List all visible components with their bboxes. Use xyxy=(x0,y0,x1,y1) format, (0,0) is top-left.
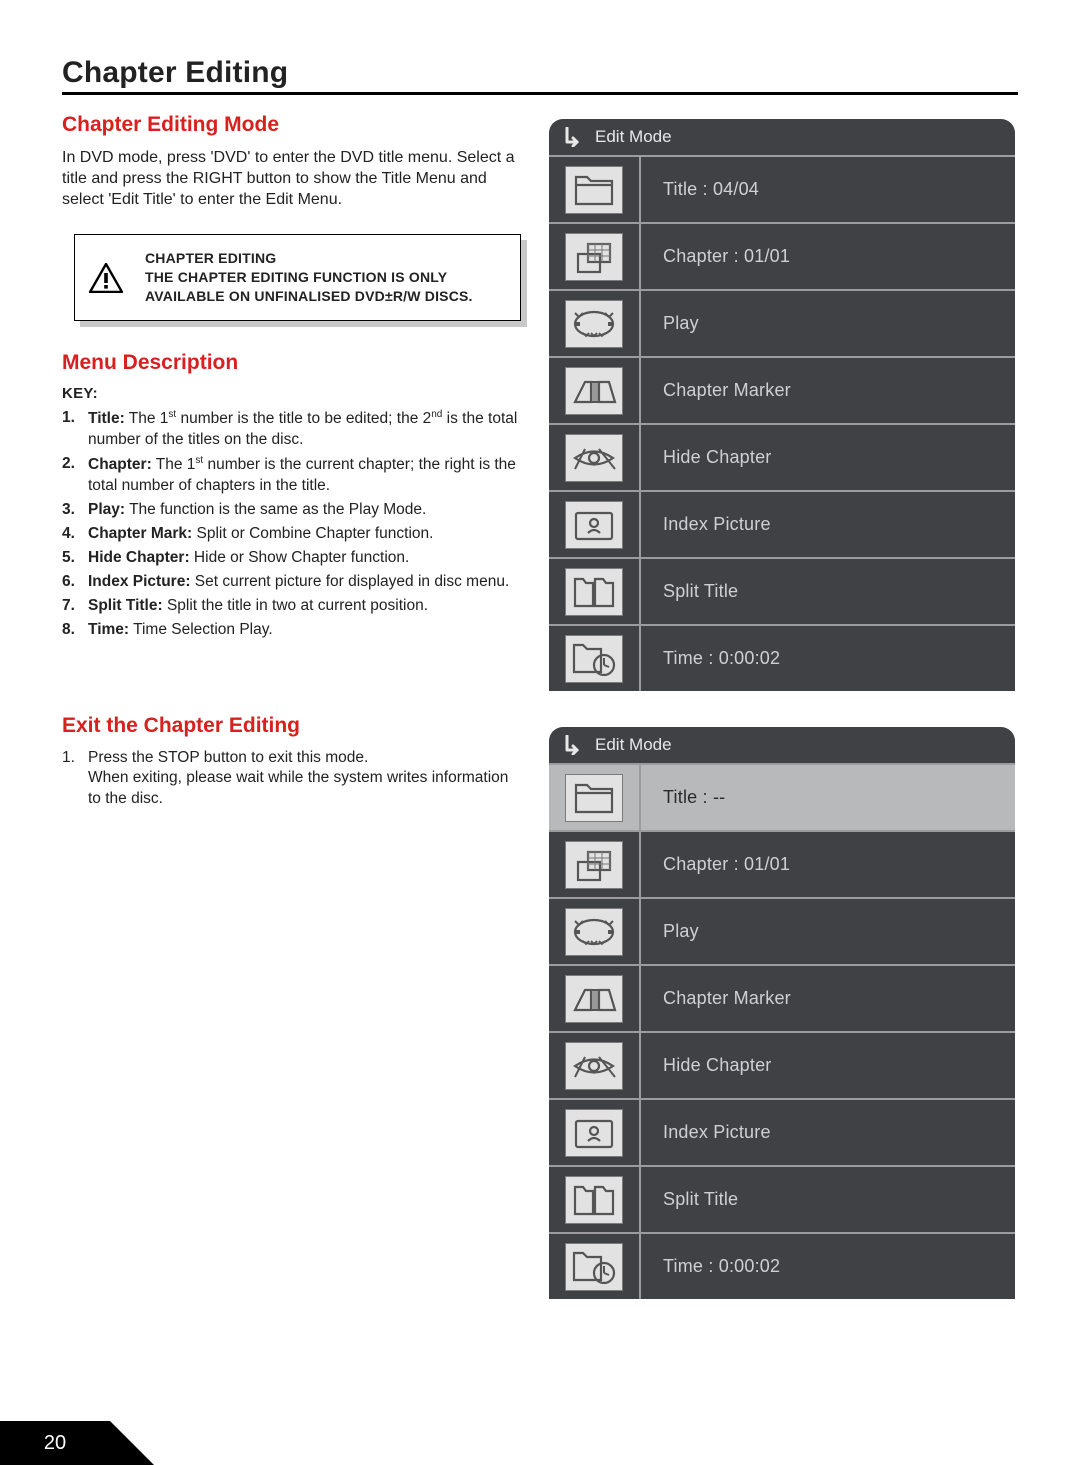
osd-icon-cell xyxy=(549,1234,641,1299)
osd-row-label: Index Picture xyxy=(641,1122,1015,1143)
return-arrow-icon xyxy=(563,735,583,755)
osd-row-marker[interactable]: Chapter Marker xyxy=(549,356,1015,423)
warning-icon xyxy=(89,263,123,293)
osd-row-label: Chapter Marker xyxy=(641,988,1015,1009)
osd-row-label: Play xyxy=(641,921,1015,942)
warning-line-1: CHAPTER EDITING xyxy=(145,249,504,268)
osd-icon-cell xyxy=(549,224,641,289)
osd-icon-cell xyxy=(549,765,641,830)
folder-icon xyxy=(565,774,623,822)
marker-icon xyxy=(565,367,623,415)
osd-icon-cell xyxy=(549,1100,641,1165)
osd-icon-cell xyxy=(549,358,641,423)
osd-icon-cell xyxy=(549,832,641,897)
grid-icon xyxy=(565,841,623,889)
osd-row-hide[interactable]: Hide Chapter xyxy=(549,1031,1015,1098)
osd-row-clock[interactable]: Time : 0:00:02 xyxy=(549,1232,1015,1299)
osd-row-label: Hide Chapter xyxy=(641,1055,1015,1076)
body-chapter-editing-mode: In DVD mode, press 'DVD' to enter the DV… xyxy=(62,147,521,210)
osd-row-split[interactable]: Split Title xyxy=(549,1165,1015,1232)
key-label: KEY: xyxy=(62,385,521,402)
folder-icon xyxy=(565,166,623,214)
osd-row-label: Title : 04/04 xyxy=(641,179,1015,200)
osd-row-folder[interactable]: Title : 04/04 xyxy=(549,155,1015,222)
osd-header: Edit Mode xyxy=(549,727,1015,763)
osd-row-label: Title : -- xyxy=(641,787,1015,808)
osd-row-label: Index Picture xyxy=(641,514,1015,535)
right-column: Edit Mode Title : 04/04 Chapter : 01/01 Pla… xyxy=(549,113,1018,1299)
osd-row-label: Time : 0:00:02 xyxy=(641,648,1015,669)
index-icon xyxy=(565,501,623,549)
heading-chapter-editing-mode: Chapter Editing Mode xyxy=(62,113,521,137)
split-icon xyxy=(565,568,623,616)
key-item: Chapter Mark: Split or Combine Chapter f… xyxy=(88,524,521,545)
osd-icon-cell xyxy=(549,492,641,557)
osd-header: Edit Mode xyxy=(549,119,1015,155)
osd-row-hide[interactable]: Hide Chapter xyxy=(549,423,1015,490)
hide-icon xyxy=(565,1042,623,1090)
key-item: Split Title: Split the title in two at c… xyxy=(88,596,521,617)
osd-row-label: Play xyxy=(641,313,1015,334)
osd-row-repeat[interactable]: Play xyxy=(549,897,1015,964)
osd-row-grid[interactable]: Chapter : 01/01 xyxy=(549,830,1015,897)
osd-icon-cell xyxy=(549,966,641,1031)
key-item: Title: The 1st number is the title to be… xyxy=(88,408,521,451)
warning-line-2: THE CHAPTER EDITING FUNCTION IS ONLY AVA… xyxy=(145,268,504,306)
osd-icon-cell xyxy=(549,157,641,222)
osd-icon-cell xyxy=(549,559,641,624)
osd-row-grid[interactable]: Chapter : 01/01 xyxy=(549,222,1015,289)
left-column: Chapter Editing Mode In DVD mode, press … xyxy=(62,113,521,1299)
osd-row-repeat[interactable]: Play xyxy=(549,289,1015,356)
repeat-icon xyxy=(565,300,623,348)
exit-list: Press the STOP button to exit this mode.… xyxy=(62,748,521,811)
osd-panel-1: Edit Mode Title : 04/04 Chapter : 01/01 Pla… xyxy=(549,119,1015,691)
osd-icon-cell xyxy=(549,291,641,356)
page-number: 20 xyxy=(0,1421,110,1465)
osd-row-label: Split Title xyxy=(641,581,1015,602)
key-list: Title: The 1st number is the title to be… xyxy=(62,408,521,641)
key-item: Time: Time Selection Play. xyxy=(88,620,521,641)
osd-row-label: Hide Chapter xyxy=(641,447,1015,468)
osd-icon-cell xyxy=(549,1167,641,1232)
osd-icon-cell xyxy=(549,1033,641,1098)
key-item: Play: The function is the same as the Pl… xyxy=(88,500,521,521)
osd-row-label: Chapter : 01/01 xyxy=(641,246,1015,267)
key-item: Chapter: The 1st number is the current c… xyxy=(88,454,521,497)
key-item: Index Picture: Set current picture for d… xyxy=(88,572,521,593)
marker-icon xyxy=(565,975,623,1023)
osd-row-label: Chapter Marker xyxy=(641,380,1015,401)
return-arrow-icon xyxy=(563,127,583,147)
osd-panel-2: Edit Mode Title : -- Chapter : 01/01 Play Ch… xyxy=(549,727,1015,1299)
clock-icon xyxy=(565,635,623,683)
heading-exit: Exit the Chapter Editing xyxy=(62,714,521,738)
split-icon xyxy=(565,1176,623,1224)
osd-row-split[interactable]: Split Title xyxy=(549,557,1015,624)
osd-row-marker[interactable]: Chapter Marker xyxy=(549,964,1015,1031)
clock-icon xyxy=(565,1243,623,1291)
osd-icon-cell xyxy=(549,626,641,691)
osd-row-clock[interactable]: Time : 0:00:02 xyxy=(549,624,1015,691)
osd-icon-cell xyxy=(549,425,641,490)
osd-icon-cell xyxy=(549,899,641,964)
osd-row-folder[interactable]: Title : -- xyxy=(549,763,1015,830)
grid-icon xyxy=(565,233,623,281)
osd-row-label: Split Title xyxy=(641,1189,1015,1210)
index-icon xyxy=(565,1109,623,1157)
page-title: Chapter Editing xyxy=(62,56,1018,95)
osd-row-label: Chapter : 01/01 xyxy=(641,854,1015,875)
warning-note: CHAPTER EDITING THE CHAPTER EDITING FUNC… xyxy=(74,234,521,321)
exit-step-1: Press the STOP button to exit this mode.… xyxy=(88,748,521,811)
osd-row-index[interactable]: Index Picture xyxy=(549,1098,1015,1165)
heading-menu-description: Menu Description xyxy=(62,351,521,375)
repeat-icon xyxy=(565,908,623,956)
osd-row-index[interactable]: Index Picture xyxy=(549,490,1015,557)
key-item: Hide Chapter: Hide or Show Chapter funct… xyxy=(88,548,521,569)
hide-icon xyxy=(565,434,623,482)
osd-row-label: Time : 0:00:02 xyxy=(641,1256,1015,1277)
